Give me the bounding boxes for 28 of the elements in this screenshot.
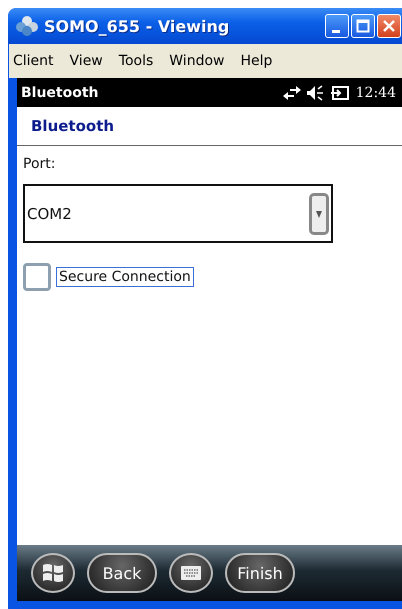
status-title: Bluetooth	[21, 84, 100, 100]
menu-item[interactable]: Help	[240, 53, 272, 69]
windows-flag-icon	[41, 562, 65, 584]
keyboard-icon	[180, 565, 202, 581]
menu-item[interactable]: Client	[13, 53, 54, 69]
app-icon	[16, 16, 38, 36]
menu-item[interactable]: Window	[169, 53, 224, 69]
window-title: SOMO_655 - Viewing	[44, 16, 230, 36]
speaker-muted-icon[interactable]	[306, 84, 326, 100]
close-icon	[382, 19, 396, 33]
connectivity-icon[interactable]	[282, 84, 302, 100]
menu-item[interactable]: View	[70, 53, 103, 69]
close-button[interactable]	[377, 14, 401, 38]
port-dropdown[interactable]: COM2	[23, 184, 333, 243]
clock[interactable]: 12:44	[356, 84, 396, 100]
minimize-button[interactable]	[325, 14, 349, 38]
port-label: Port:	[23, 156, 56, 172]
page-title: Bluetooth	[17, 107, 402, 146]
start-button[interactable]	[31, 553, 75, 593]
maximize-icon	[356, 19, 370, 33]
maximize-button[interactable]	[351, 14, 375, 38]
keyboard-button[interactable]	[169, 553, 213, 593]
minimize-icon	[332, 30, 340, 32]
checkbox[interactable]	[23, 263, 51, 291]
checkbox-label[interactable]: Secure Connection	[56, 267, 194, 287]
menu-item[interactable]: Tools	[118, 53, 154, 69]
soft-key-button[interactable]: Back	[87, 553, 157, 593]
soft-key-button[interactable]: Finish	[225, 553, 295, 593]
